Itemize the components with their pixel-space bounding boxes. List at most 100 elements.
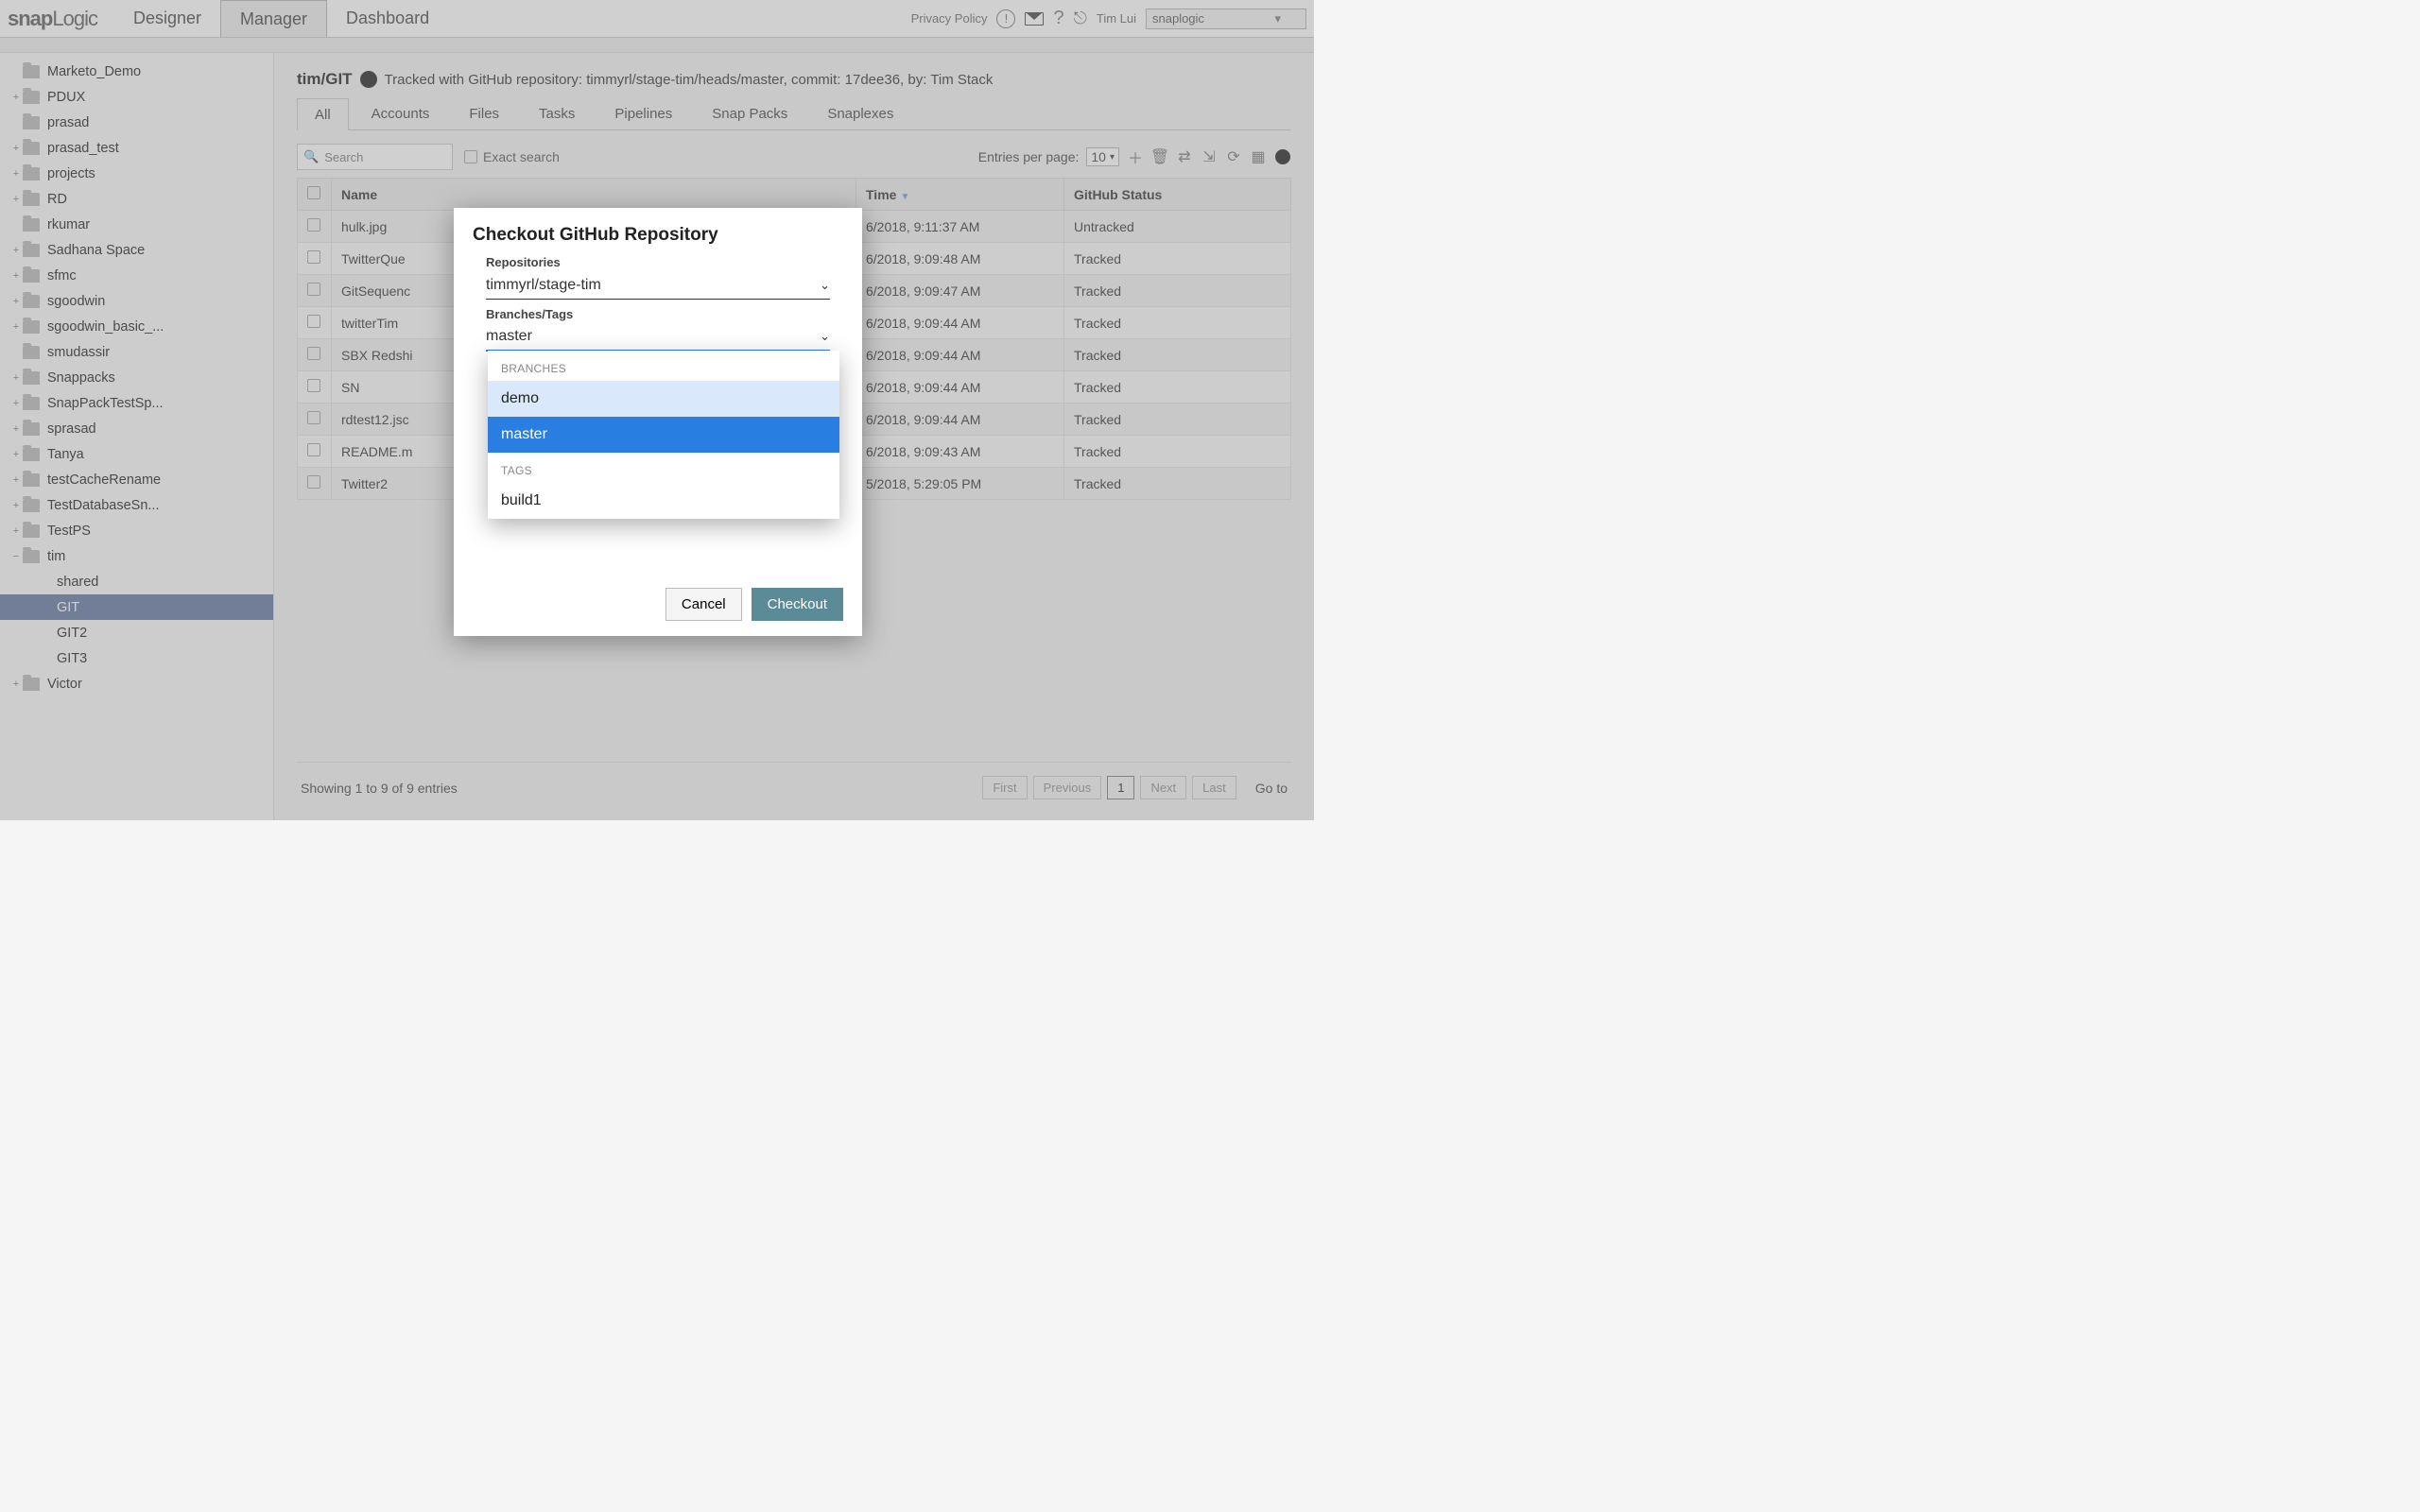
github-link-icon[interactable] [1274,148,1291,165]
cell-status: Tracked [1064,468,1291,500]
col-time[interactable]: Time▼ [856,179,1064,211]
tab-snaplexes[interactable]: Snaplexes [810,98,910,129]
cancel-button[interactable]: Cancel [666,588,742,621]
sidebar-item-testcacherename[interactable]: +testCacheRename [0,467,273,492]
col-name[interactable]: Name [332,179,856,211]
sidebar-item-git3[interactable]: GIT3 [0,645,273,671]
cell-time: 6/2018, 9:11:37 AM [856,211,1064,243]
pager: First Previous 1 Next Last Go to [982,776,1288,799]
sidebar-item-prasad[interactable]: prasad [0,110,273,135]
privacy-link[interactable]: Privacy Policy [911,11,988,26]
search-input[interactable]: 🔍 Search [297,144,453,170]
sidebar-item-sadhana space[interactable]: +Sadhana Space [0,237,273,263]
epp-select[interactable]: 10▾ [1086,147,1119,166]
cell-time: 6/2018, 9:09:44 AM [856,307,1064,339]
sidebar-item-shared[interactable]: shared [0,569,273,594]
branch-select[interactable]: master⌄ [486,323,830,352]
sidebar-item-pdux[interactable]: +PDUX [0,84,273,110]
breadcrumb-path: tim/GIT [297,70,353,89]
tab-files[interactable]: Files [452,98,516,129]
cell-time: 6/2018, 9:09:43 AM [856,436,1064,468]
row-checkbox[interactable] [307,379,320,392]
page-1-button[interactable]: 1 [1107,776,1134,799]
cell-status: Tracked [1064,339,1291,371]
breadcrumb: tim/GIT Tracked with GitHub repository: … [297,70,1291,89]
last-button[interactable]: Last [1192,776,1236,799]
sidebar-item-sgoodwin[interactable]: +sgoodwin [0,288,273,314]
tracked-info: Tracked with GitHub repository: timmyrl/… [385,72,994,88]
row-checkbox[interactable] [307,250,320,264]
tab-tasks[interactable]: Tasks [522,98,592,129]
table-footer: Showing 1 to 9 of 9 entries First Previo… [297,762,1291,813]
refresh-icon[interactable]: ⟳ [1225,148,1242,165]
top-right: Privacy Policy ! ? ⎋ Tim Lui snaplogic▾ [911,8,1306,29]
sidebar-item-tanya[interactable]: +Tanya [0,441,273,467]
modal-title: Checkout GitHub Repository [473,225,843,246]
content-tabs: AllAccountsFilesTasksPipelinesSnap Packs… [297,98,1291,130]
grid-icon[interactable]: ▦ [1250,148,1267,165]
cell-time: 5/2018, 5:29:05 PM [856,468,1064,500]
prev-button[interactable]: Previous [1033,776,1102,799]
cell-status: Tracked [1064,404,1291,436]
sidebar-item-projects[interactable]: +projects [0,161,273,186]
sidebar-item-smudassir[interactable]: smudassir [0,339,273,365]
row-checkbox[interactable] [307,411,320,424]
row-checkbox[interactable] [307,347,320,360]
tag-option-build1[interactable]: build1 [488,483,839,519]
tab-snap-packs[interactable]: Snap Packs [695,98,804,129]
col-checkbox[interactable] [298,179,332,211]
tab-accounts[interactable]: Accounts [354,98,447,129]
add-icon[interactable]: ＋ [1127,148,1144,165]
sidebar-item-git2[interactable]: GIT2 [0,620,273,645]
row-checkbox[interactable] [307,218,320,232]
sidebar-item-testdatabasesn...[interactable]: +TestDatabaseSn... [0,492,273,518]
repo-label: Repositories [486,255,843,269]
delete-icon[interactable]: 🗑 [1151,148,1168,165]
cell-status: Untracked [1064,211,1291,243]
sidebar-item-sfmc[interactable]: +sfmc [0,263,273,288]
row-checkbox[interactable] [307,283,320,296]
tab-all[interactable]: All [297,98,349,130]
tab-dashboard[interactable]: Dashboard [327,0,448,37]
repo-select[interactable]: timmyrl/stage-tim⌄ [486,271,830,300]
exact-search-toggle[interactable]: Exact search [464,149,560,164]
branch-option-demo[interactable]: demo [488,381,839,417]
sidebar-item-victor[interactable]: +Victor [0,671,273,696]
org-select[interactable]: snaplogic▾ [1146,9,1306,29]
branch-label: Branches/Tags [486,307,843,321]
cell-time: 6/2018, 9:09:48 AM [856,243,1064,275]
mail-icon[interactable] [1025,12,1044,26]
row-checkbox[interactable] [307,475,320,489]
first-button[interactable]: First [982,776,1027,799]
next-button[interactable]: Next [1140,776,1186,799]
sidebar-item-snappacktestsp...[interactable]: +SnapPackTestSp... [0,390,273,416]
sidebar-item-rkumar[interactable]: rkumar [0,212,273,237]
sidebar-item-git[interactable]: GIT [0,594,273,620]
sidebar-item-tim[interactable]: −tim [0,543,273,569]
tab-manager[interactable]: Manager [220,0,327,37]
logout-icon[interactable]: ⎋ [1074,9,1087,28]
sidebar-item-prasad_test[interactable]: +prasad_test [0,135,273,161]
chevron-down-icon: ⌄ [820,278,830,293]
sidebar-item-sgoodwin_basic_...[interactable]: +sgoodwin_basic_... [0,314,273,339]
help-icon[interactable]: ? [1053,8,1063,29]
search-icon: 🔍 [303,149,319,164]
alert-icon[interactable]: ! [996,9,1015,28]
col-github-status[interactable]: GitHub Status [1064,179,1291,211]
import-icon[interactable]: ⇲ [1201,148,1218,165]
branch-option-master[interactable]: master [488,417,839,453]
cell-status: Tracked [1064,436,1291,468]
sidebar-item-sprasad[interactable]: +sprasad [0,416,273,441]
logo: snapLogic [8,7,97,31]
sidebar-item-marketo_demo[interactable]: Marketo_Demo [0,59,273,84]
tab-pipelines[interactable]: Pipelines [597,98,689,129]
sidebar-item-testps[interactable]: +TestPS [0,518,273,543]
tab-designer[interactable]: Designer [114,0,220,37]
swap-icon[interactable]: ⇄ [1176,148,1193,165]
checkout-button[interactable]: Checkout [752,588,843,621]
sidebar-item-snappacks[interactable]: +Snappacks [0,365,273,390]
chevron-down-icon: ⌄ [820,329,830,344]
row-checkbox[interactable] [307,315,320,328]
row-checkbox[interactable] [307,443,320,456]
sidebar-item-rd[interactable]: +RD [0,186,273,212]
